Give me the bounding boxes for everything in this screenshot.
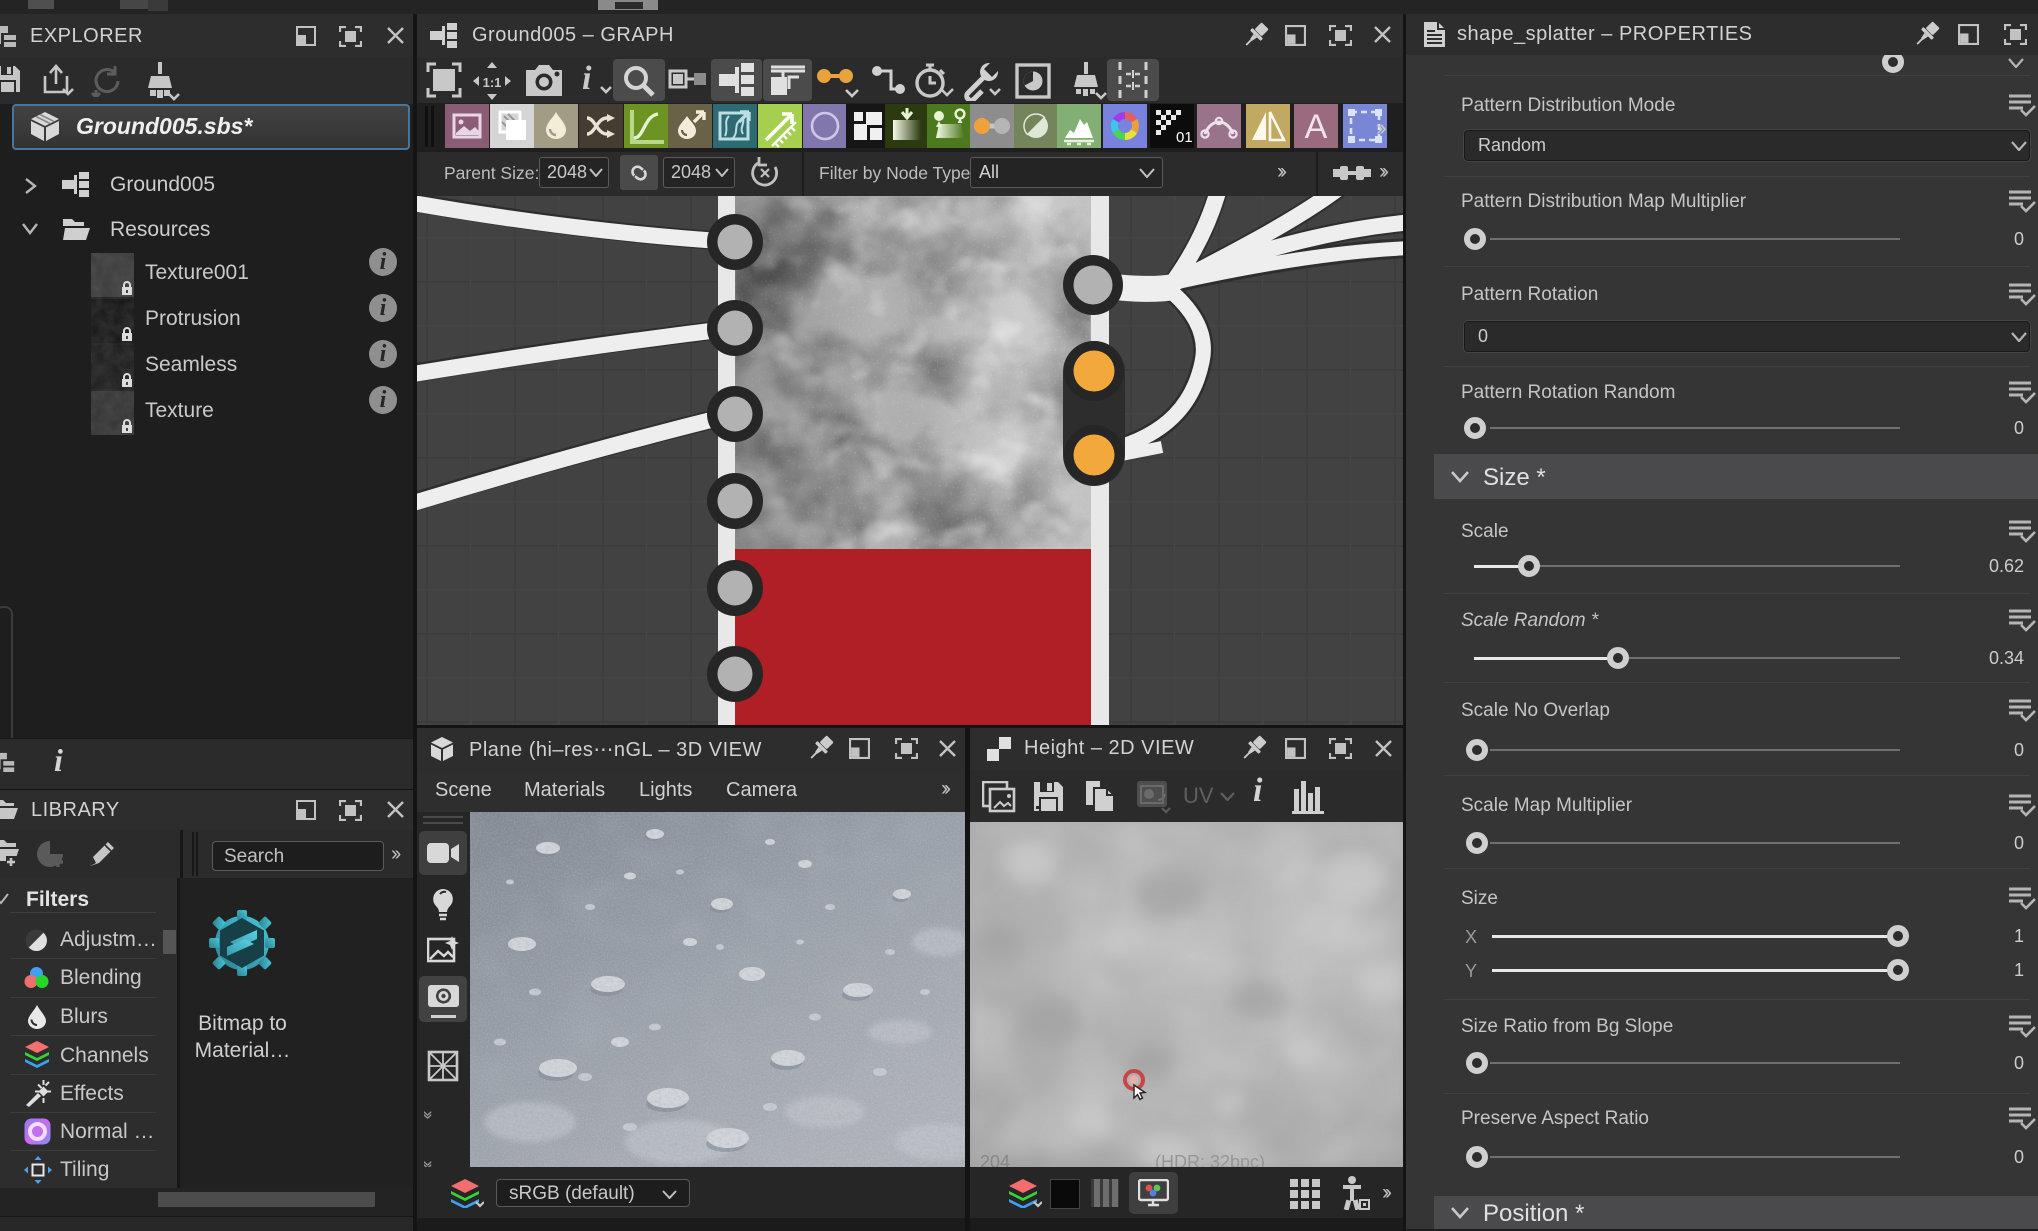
svg-text:i: i [582,61,592,97]
svg-text:1:1: 1:1 [483,75,502,90]
svg-text:A: A [1305,108,1328,146]
svg-text:01: 01 [1176,129,1193,146]
